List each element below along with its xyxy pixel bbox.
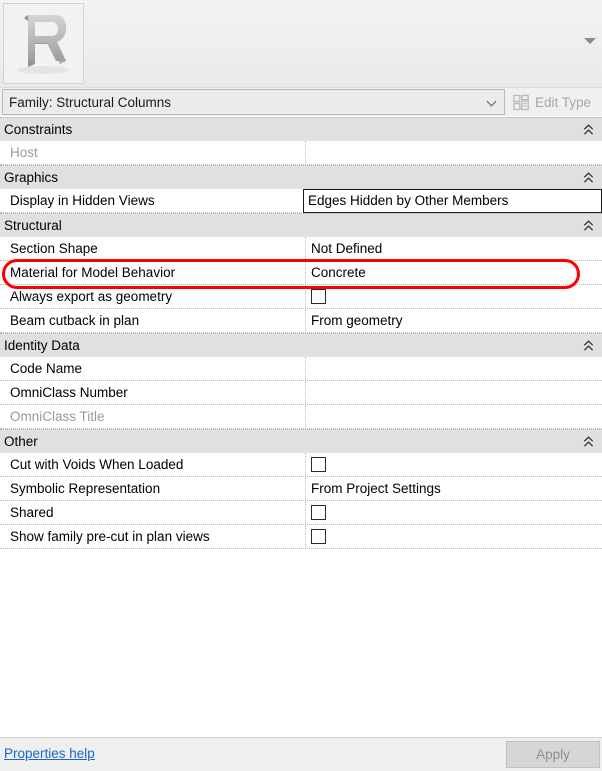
property-value: Not Defined xyxy=(311,241,383,256)
property-name: OmniClass Number xyxy=(10,385,128,400)
property-name: Symbolic Representation xyxy=(10,481,161,496)
properties-footer: Properties help Apply xyxy=(0,737,602,771)
section-header-other[interactable]: Other xyxy=(0,429,602,453)
edit-type-label: Edit Type xyxy=(535,94,592,110)
property-value: Edges Hidden by Other Members xyxy=(308,193,509,208)
property-value-cell[interactable]: Edges Hidden by Other Members xyxy=(303,189,602,213)
family-type-value: Family: Structural Columns xyxy=(9,94,172,110)
property-row[interactable]: Beam cutback in plan From geometry xyxy=(0,309,602,333)
section-header-graphics[interactable]: Graphics xyxy=(0,165,602,189)
section-title: Graphics xyxy=(4,170,59,185)
property-value-cell[interactable] xyxy=(305,453,602,477)
property-value-cell[interactable]: From Project Settings xyxy=(305,477,602,501)
property-row[interactable]: Material for Model Behavior Concrete xyxy=(0,261,602,285)
property-row[interactable]: Symbolic Representation From Project Sett… xyxy=(0,477,602,501)
property-value: Concrete xyxy=(311,265,366,280)
property-value: From Project Settings xyxy=(311,481,441,496)
section-title: Structural xyxy=(4,218,62,233)
property-value-cell[interactable]: Not Defined xyxy=(305,237,602,261)
property-row[interactable]: Display in Hidden Views Edges Hidden by O… xyxy=(0,189,602,213)
section-header-identity-data[interactable]: Identity Data xyxy=(0,333,602,357)
property-row[interactable]: Show family pre-cut in plan views xyxy=(0,525,602,549)
property-row[interactable]: Section Shape Not Defined xyxy=(0,237,602,261)
apply-button[interactable]: Apply xyxy=(506,741,600,768)
property-value-cell[interactable] xyxy=(305,381,602,405)
property-name: Beam cutback in plan xyxy=(10,313,140,328)
family-type-selector[interactable]: Family: Structural Columns xyxy=(2,89,505,115)
property-value: From geometry xyxy=(311,313,403,328)
property-name: Always export as geometry xyxy=(10,289,173,304)
properties-panel-header xyxy=(0,0,602,88)
property-name: Show family pre-cut in plan views xyxy=(10,529,210,544)
caret-down-icon[interactable] xyxy=(584,38,596,44)
type-selector-row: Family: Structural Columns Edit Type xyxy=(0,88,602,116)
property-value-cell[interactable] xyxy=(305,285,602,309)
property-value-cell[interactable] xyxy=(305,405,602,429)
property-row[interactable]: OmniClass Number xyxy=(0,381,602,405)
property-row[interactable]: Code Name xyxy=(0,357,602,381)
property-name: Material for Model Behavior xyxy=(10,265,176,280)
property-row[interactable]: Always export as geometry xyxy=(0,285,602,309)
edit-type-grid-icon xyxy=(513,94,529,110)
property-name: Cut with Voids When Loaded xyxy=(10,457,184,472)
double-chevron-up-icon xyxy=(583,436,594,447)
section-title: Other xyxy=(4,434,38,449)
property-row[interactable]: Cut with Voids When Loaded xyxy=(0,453,602,477)
property-value-cell[interactable] xyxy=(305,501,602,525)
property-name: Section Shape xyxy=(10,241,98,256)
property-value-cell[interactable] xyxy=(305,525,602,549)
section-header-constraints[interactable]: Constraints xyxy=(0,117,602,141)
property-value-cell[interactable] xyxy=(305,357,602,381)
double-chevron-up-icon xyxy=(583,220,594,231)
section-title: Constraints xyxy=(4,122,73,137)
checkbox-show-family-pre-cut-in-plan-views[interactable] xyxy=(311,529,326,544)
revit-r-logo-icon xyxy=(4,4,83,83)
checkbox-cut-with-voids-when-loaded[interactable] xyxy=(311,457,326,472)
double-chevron-up-icon xyxy=(583,172,594,183)
checkbox-shared[interactable] xyxy=(311,505,326,520)
property-row[interactable]: OmniClass Title xyxy=(0,405,602,429)
checkbox-always-export-as-geometry[interactable] xyxy=(311,289,326,304)
property-name: Host xyxy=(10,145,38,160)
section-title: Identity Data xyxy=(4,338,80,353)
family-thumbnail xyxy=(3,3,84,84)
property-value-cell[interactable]: From geometry xyxy=(305,309,602,333)
properties-grid: Constraints Host Graphics Display in Hidden… xyxy=(0,116,602,549)
property-row[interactable]: Host xyxy=(0,141,602,165)
property-value-cell[interactable] xyxy=(305,141,602,165)
property-name: Code Name xyxy=(10,361,83,376)
property-name: Display in Hidden Views xyxy=(10,193,155,208)
chevron-down-icon xyxy=(487,97,498,108)
double-chevron-up-icon xyxy=(583,340,594,351)
double-chevron-up-icon xyxy=(583,124,594,135)
property-name: Shared xyxy=(10,505,54,520)
property-value-cell[interactable]: Concrete xyxy=(305,261,602,285)
section-header-structural[interactable]: Structural xyxy=(0,213,602,237)
properties-help-link[interactable]: Properties help xyxy=(4,746,95,761)
edit-type-button[interactable]: Edit Type xyxy=(509,89,600,115)
property-row[interactable]: Shared xyxy=(0,501,602,525)
property-name: OmniClass Title xyxy=(10,409,105,424)
